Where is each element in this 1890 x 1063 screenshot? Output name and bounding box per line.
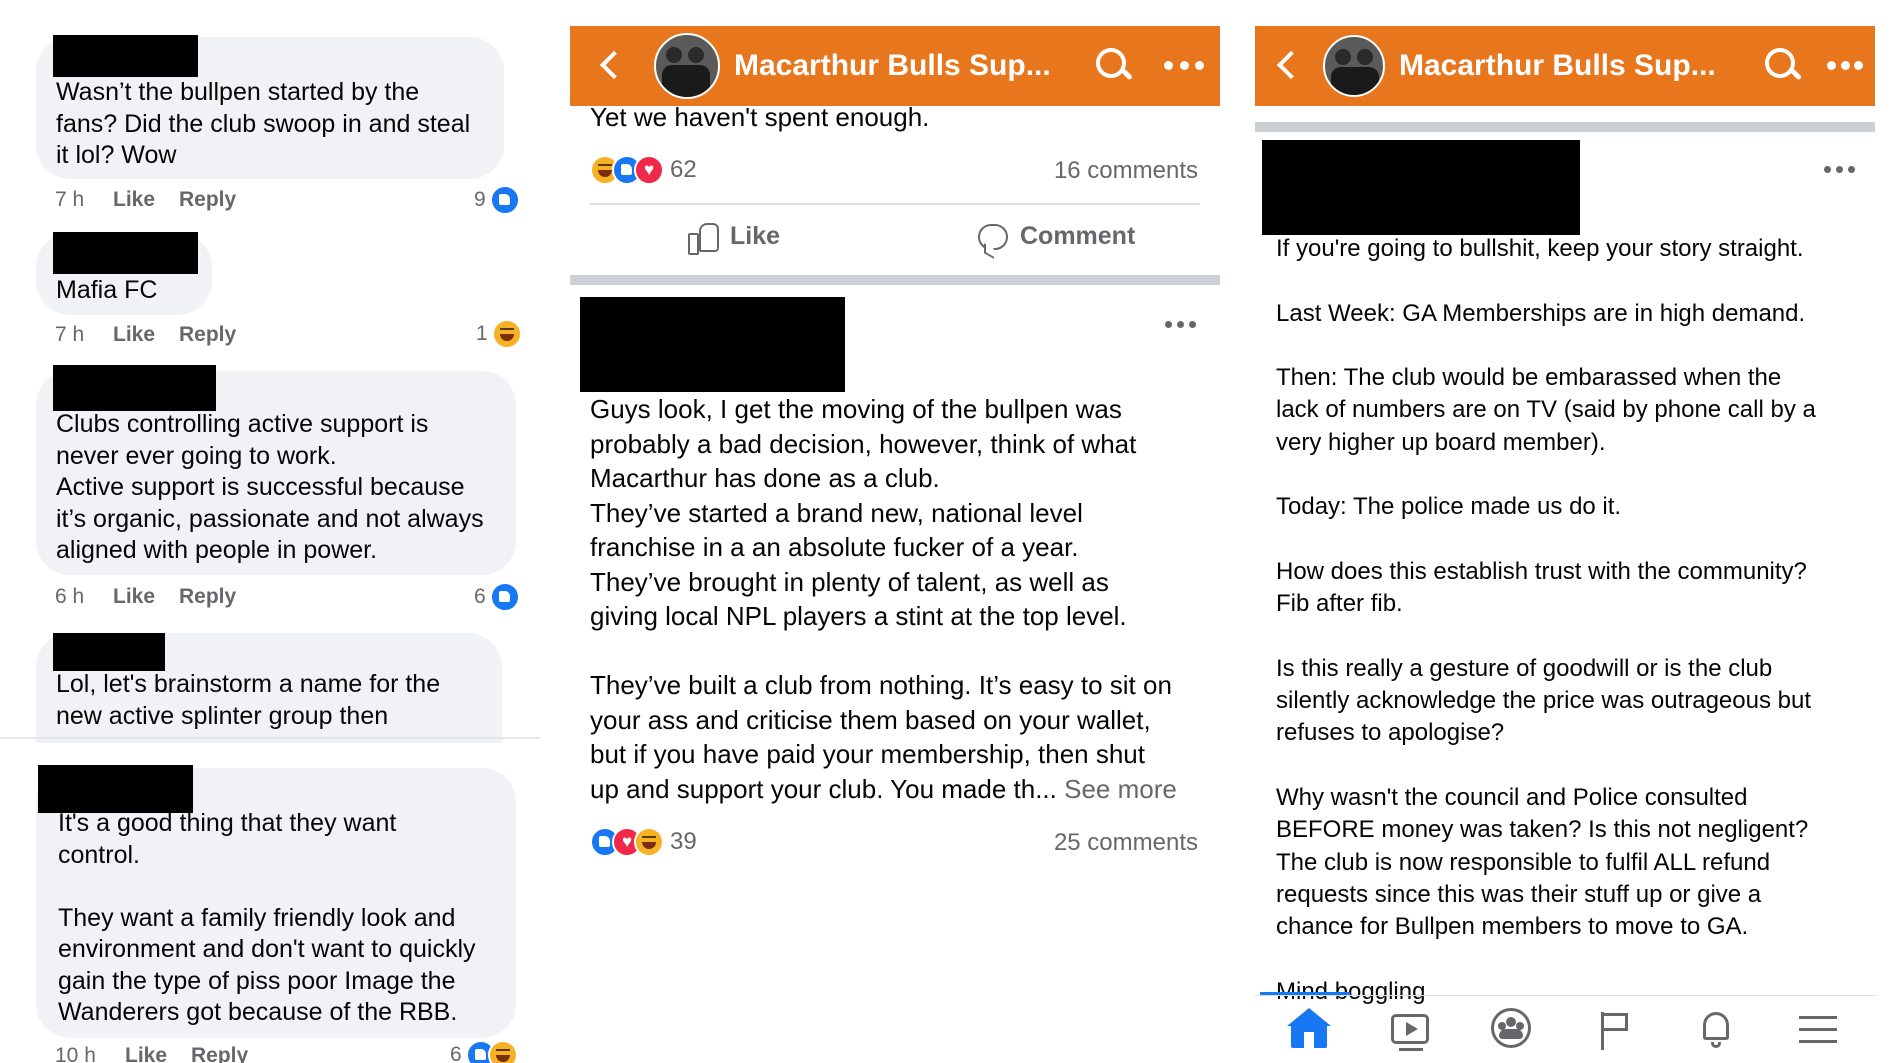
like-reaction-icon xyxy=(489,582,520,612)
home-icon[interactable] xyxy=(1287,1008,1331,1052)
pages-icon[interactable] xyxy=(1593,1008,1637,1052)
like-link[interactable]: Like xyxy=(113,188,179,212)
reply-link[interactable]: Reply xyxy=(191,1044,248,1063)
post-panel: Macarthur Bulls Sup... If you're going t… xyxy=(1255,0,1875,1063)
comment-time: 7 h xyxy=(55,188,85,211)
love-reaction-icon xyxy=(634,155,664,185)
reaction-count[interactable]: 6 xyxy=(474,582,520,612)
bottom-nav xyxy=(1255,995,1875,1063)
comment-text: Wasn’t the bullpen started by the fans? … xyxy=(56,78,471,169)
reaction-number: 39 xyxy=(670,828,697,855)
more-options-icon[interactable] xyxy=(1164,61,1204,71)
reaction-number: 9 xyxy=(474,188,486,211)
post-body: Guys look, I get the moving of the bullp… xyxy=(590,394,1172,804)
redacted-name xyxy=(38,765,193,813)
watch-icon[interactable] xyxy=(1389,1008,1433,1052)
comment-meta: 6 h Like Reply xyxy=(55,585,236,609)
back-arrow-icon[interactable] xyxy=(592,26,632,106)
group-avatar[interactable] xyxy=(1323,35,1385,97)
search-icon[interactable] xyxy=(1094,46,1134,86)
comment-text: It's a good thing that they want control… xyxy=(58,809,476,1026)
reaction-count[interactable]: 6 xyxy=(450,1040,518,1063)
divider xyxy=(0,737,540,739)
reaction-number: 62 xyxy=(670,156,697,183)
comment-time: 7 h xyxy=(55,323,85,346)
like-button-label: Like xyxy=(730,222,781,250)
reaction-summary[interactable]: 39 xyxy=(590,827,697,857)
haha-reaction-icon xyxy=(491,319,522,349)
comment-text: Mafia FC xyxy=(56,276,158,304)
see-more-link[interactable]: See more xyxy=(1064,774,1177,804)
like-icon xyxy=(688,222,719,255)
more-options-icon[interactable] xyxy=(1827,61,1863,71)
redacted-author xyxy=(1262,140,1580,235)
post-more-icon[interactable] xyxy=(1824,166,1855,173)
reply-link[interactable]: Reply xyxy=(179,323,236,347)
like-link[interactable]: Like xyxy=(125,1044,191,1063)
comment-icon xyxy=(978,223,1008,250)
comments-count[interactable]: 16 comments xyxy=(1054,157,1198,185)
menu-icon[interactable] xyxy=(1797,1008,1841,1052)
comment-button[interactable]: Comment xyxy=(978,222,1135,251)
group-title[interactable]: Macarthur Bulls Sup... xyxy=(1399,49,1763,83)
redacted-name xyxy=(53,232,198,274)
search-icon[interactable] xyxy=(1763,46,1803,86)
post-text: Yet we haven't spent enough. xyxy=(590,102,930,132)
feed-panel: Macarthur Bulls Sup... Yet we haven't sp… xyxy=(570,0,1220,1063)
redacted-name xyxy=(53,365,216,411)
redacted-name xyxy=(53,35,198,77)
group-title[interactable]: Macarthur Bulls Sup... xyxy=(734,49,1094,83)
reaction-number: 6 xyxy=(450,1043,462,1063)
comment-button-label: Comment xyxy=(1020,222,1136,250)
reaction-count[interactable]: 9 xyxy=(474,185,520,215)
comment-meta: 7 h Like Reply xyxy=(55,188,236,212)
post-more-icon[interactable] xyxy=(1165,321,1196,328)
group-header: Macarthur Bulls Sup... xyxy=(570,26,1220,106)
post-text: Guys look, I get the moving of the bullp… xyxy=(590,392,1177,806)
haha-reaction-icon xyxy=(634,827,664,857)
comment-text: Lol, let's brainstorm a name for the new… xyxy=(56,670,441,730)
like-link[interactable]: Like xyxy=(113,323,179,347)
reaction-count[interactable]: 1 xyxy=(476,319,522,349)
group-avatar[interactable] xyxy=(654,33,720,99)
post-separator xyxy=(1255,122,1875,132)
comment-time: 10 h xyxy=(55,1044,96,1063)
reaction-number: 1 xyxy=(476,322,488,345)
post-separator xyxy=(570,275,1220,285)
like-link[interactable]: Like xyxy=(113,585,179,609)
back-arrow-icon[interactable] xyxy=(1269,26,1309,106)
redacted-name xyxy=(53,633,165,671)
redacted-author xyxy=(580,297,845,392)
reaction-number: 6 xyxy=(474,585,486,608)
comments-count[interactable]: 25 comments xyxy=(1054,829,1198,857)
like-button[interactable]: Like xyxy=(688,222,781,255)
groups-icon[interactable] xyxy=(1491,1008,1535,1052)
group-header: Macarthur Bulls Sup... xyxy=(1255,26,1875,106)
comments-panel: Wasn’t the bullpen started by the fans? … xyxy=(0,0,540,1063)
reply-link[interactable]: Reply xyxy=(179,188,236,212)
haha-reaction-icon xyxy=(487,1040,518,1063)
notifications-icon[interactable] xyxy=(1695,1008,1739,1052)
reaction-summary[interactable]: 62 xyxy=(590,155,697,185)
comment-meta: 10 h Like Reply xyxy=(55,1044,248,1063)
comment-meta: 7 h Like Reply xyxy=(55,323,236,347)
divider xyxy=(590,203,1200,205)
comment-time: 6 h xyxy=(55,585,85,608)
reply-link[interactable]: Reply xyxy=(179,585,236,609)
like-reaction-icon xyxy=(489,185,520,215)
post-body: If you're going to bullshit, keep your s… xyxy=(1276,235,1816,1005)
comment-text: Clubs controlling active support is neve… xyxy=(56,410,484,564)
